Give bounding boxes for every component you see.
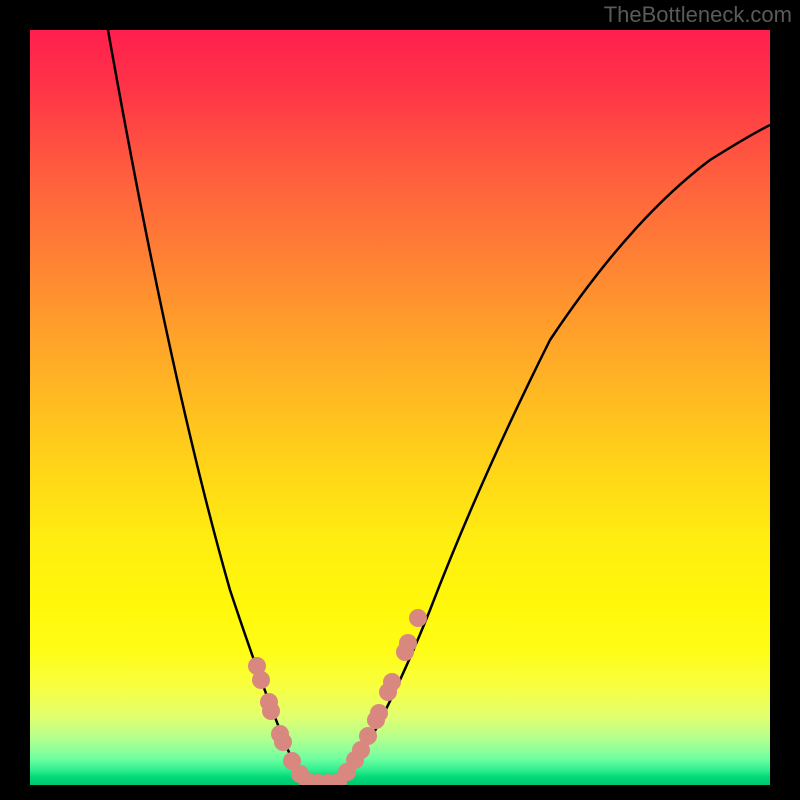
curves-svg (30, 30, 770, 785)
border-left (0, 0, 30, 800)
data-marker (409, 609, 427, 627)
data-marker (399, 634, 417, 652)
curve-group (108, 30, 770, 783)
watermark-text: TheBottleneck.com (604, 2, 792, 28)
left-curve (108, 30, 308, 782)
data-marker (359, 727, 377, 745)
right-curve (338, 125, 770, 783)
data-marker (252, 671, 270, 689)
markers-group (248, 609, 427, 785)
data-marker (370, 704, 388, 722)
data-marker (274, 733, 292, 751)
data-marker (262, 702, 280, 720)
border-bottom (0, 785, 800, 800)
plot-area (30, 30, 770, 785)
border-right (770, 0, 800, 800)
data-marker (383, 673, 401, 691)
chart-container: TheBottleneck.com (0, 0, 800, 800)
